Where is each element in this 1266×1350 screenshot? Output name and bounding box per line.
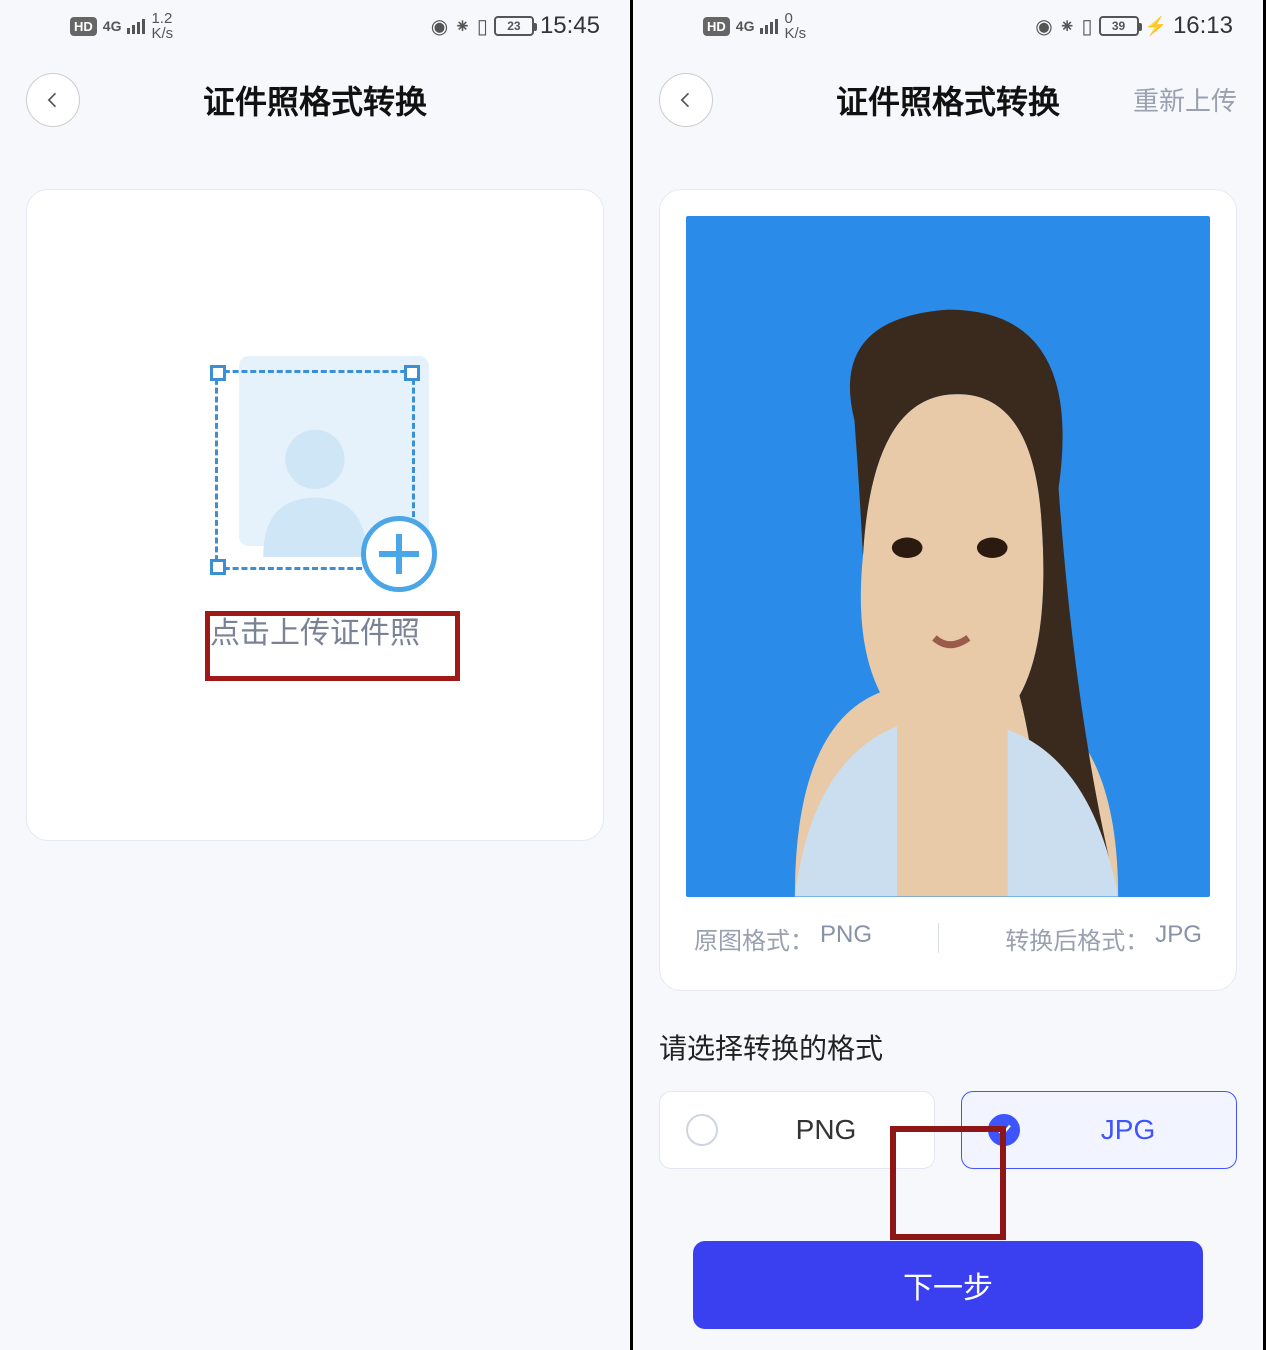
upload-label: 点击上传证件照 (210, 608, 420, 652)
upload-area: 点击上传证件照 (53, 216, 577, 806)
status-right: ◉ ⁕ ▯ 23 15:45 (431, 12, 600, 40)
format-option-png[interactable]: PNG (659, 1091, 935, 1169)
network-type: 4G (103, 19, 122, 33)
vibrate-icon: ▯ (1082, 14, 1093, 39)
bluetooth-icon: ⁕ (1059, 14, 1076, 39)
nav-header: 证件照格式转换 (0, 52, 630, 147)
network-indicator: 4G (736, 19, 755, 33)
eye-icon: ◉ (1035, 14, 1052, 39)
status-left: HD 4G 1.2 K/s (70, 11, 173, 41)
back-button[interactable] (26, 73, 80, 127)
speed-unit: K/s (784, 26, 806, 41)
status-bar: HD 4G 1.2 K/s ◉ ⁕ ▯ 23 15:45 (0, 0, 630, 52)
radio-checked-icon (988, 1114, 1020, 1146)
speed-unit: K/s (151, 26, 173, 41)
vibrate-icon: ▯ (477, 14, 488, 39)
status-left: HD 4G 0 K/s (703, 11, 806, 41)
conv-format-label: 转换后格式： (1005, 921, 1149, 956)
speed-value: 0 (784, 11, 806, 26)
portrait-placeholder-icon (693, 216, 1203, 897)
status-right: ◉ ⁕ ▯ 39 ⚡ 16:13 (1035, 12, 1233, 40)
speed-value: 1.2 (151, 11, 173, 26)
radio-icon (686, 1114, 718, 1146)
bluetooth-icon: ⁕ (454, 14, 471, 39)
eye-icon: ◉ (431, 14, 448, 39)
hd-badge-icon: HD (70, 17, 97, 36)
format-option-jpg[interactable]: JPG (961, 1091, 1237, 1169)
upload-placeholder[interactable] (215, 370, 415, 570)
network-indicator: 4G (103, 19, 122, 33)
back-button[interactable] (659, 73, 713, 127)
battery-icon: 23 (494, 16, 534, 36)
orig-format-value: PNG (820, 921, 872, 956)
choose-format-label: 请选择转换的格式 (659, 1027, 1237, 1067)
add-icon (361, 516, 437, 592)
format-info-row: 原图格式： PNG 转换后格式： JPG (686, 897, 1210, 956)
preview-card: 原图格式： PNG 转换后格式： JPG (659, 189, 1237, 991)
charging-icon: ⚡ (1145, 16, 1167, 37)
chevron-left-icon (676, 90, 696, 110)
photo-preview (686, 216, 1210, 897)
hd-badge-icon: HD (703, 17, 730, 36)
data-speed: 1.2 K/s (151, 11, 173, 41)
signal-icon (127, 19, 145, 34)
network-type: 4G (736, 19, 755, 33)
original-format: 原图格式： PNG (694, 921, 872, 956)
converted-format: 转换后格式： JPG (1005, 921, 1202, 956)
status-bar: HD 4G 0 K/s ◉ ⁕ ▯ 39 ⚡ 16:13 (633, 0, 1263, 52)
next-button[interactable]: 下一步 (693, 1241, 1203, 1329)
battery-icon: 39 (1099, 16, 1139, 36)
format-options: PNG JPG (659, 1091, 1237, 1169)
signal-icon (760, 19, 778, 34)
nav-header: 证件照格式转换 重新上传 (633, 52, 1263, 147)
divider (938, 923, 939, 953)
conv-format-value: JPG (1155, 921, 1202, 956)
phone-screen-preview: HD 4G 0 K/s ◉ ⁕ ▯ 39 ⚡ 16:13 证件照格式转换 重新上… (633, 0, 1266, 1350)
orig-format-label: 原图格式： (694, 921, 814, 956)
clock: 16:13 (1173, 12, 1233, 40)
reupload-button[interactable]: 重新上传 (1133, 81, 1237, 118)
clock: 15:45 (540, 12, 600, 40)
data-speed: 0 K/s (784, 11, 806, 41)
chevron-left-icon (43, 90, 63, 110)
option-label: PNG (744, 1114, 908, 1146)
option-label: JPG (1046, 1114, 1210, 1146)
upload-card: 点击上传证件照 (26, 189, 604, 841)
next-button-label: 下一步 (903, 1263, 993, 1307)
page-title: 证件照格式转换 (0, 77, 630, 123)
phone-screen-upload: HD 4G 1.2 K/s ◉ ⁕ ▯ 23 15:45 证件照格式转换 (0, 0, 633, 1350)
